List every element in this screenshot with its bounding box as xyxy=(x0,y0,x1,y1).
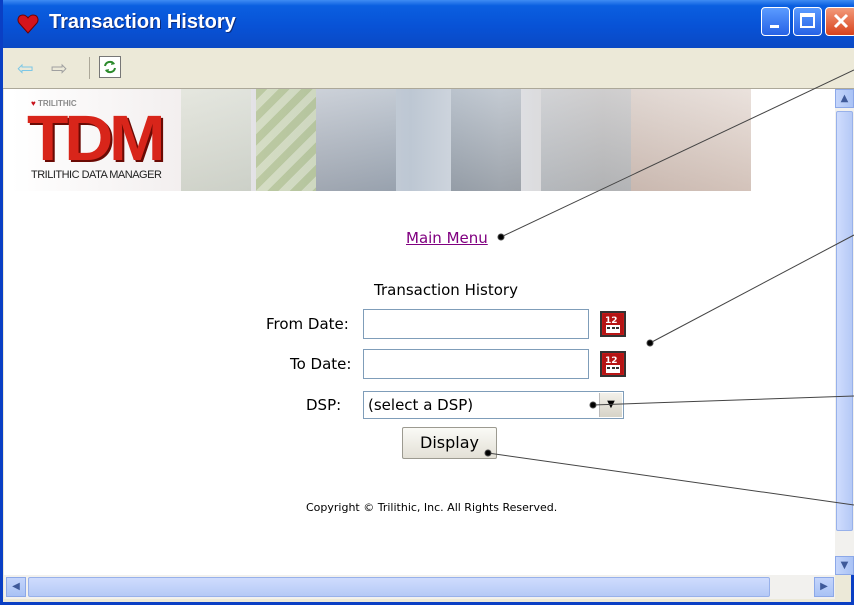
scroll-up-arrow-icon[interactable]: ▲ xyxy=(835,89,854,108)
tdm-logo: TDM xyxy=(27,102,165,174)
from-date-input[interactable] xyxy=(363,309,589,339)
refresh-icon[interactable] xyxy=(99,56,121,78)
vertical-scroll-thumb[interactable] xyxy=(836,111,853,531)
maximize-icon xyxy=(800,13,815,28)
scroll-left-arrow-icon[interactable]: ◀ xyxy=(6,577,26,597)
title-bar: Transaction History xyxy=(3,0,854,48)
scroll-down-arrow-icon[interactable]: ▼ xyxy=(835,556,854,575)
maximize-button[interactable] xyxy=(793,7,822,36)
page-content: ♥ TRILITHIC TDM TRILITHIC DATA MANAGER M… xyxy=(4,89,835,575)
minimize-icon xyxy=(770,25,779,28)
heart-app-icon xyxy=(17,14,39,34)
close-button[interactable] xyxy=(825,7,854,36)
back-arrow-icon[interactable]: ⇦ xyxy=(17,58,34,78)
toolbar-divider xyxy=(89,57,90,79)
banner-photo-tile xyxy=(316,89,396,191)
form-title: Transaction History xyxy=(374,281,518,299)
from-date-label: From Date: xyxy=(266,315,349,333)
to-date-input[interactable] xyxy=(363,349,589,379)
banner-photo-tile xyxy=(181,89,251,191)
forward-arrow-icon[interactable]: ⇨ xyxy=(51,58,68,78)
dsp-select[interactable]: (select a DSP) ▼ xyxy=(363,391,624,419)
banner-photo-tile xyxy=(631,89,751,191)
browser-toolbar: ⇦ ⇨ xyxy=(3,48,854,89)
copyright-text: Copyright © Trilithic, Inc. All Rights R… xyxy=(306,501,558,514)
horizontal-scrollbar[interactable]: ◀ ▶ xyxy=(4,575,835,599)
calendar-icon: 12 xyxy=(603,314,623,334)
window-title: Transaction History xyxy=(49,11,236,33)
from-date-calendar-button[interactable]: 12 xyxy=(600,311,626,337)
minimize-button[interactable] xyxy=(761,7,790,36)
scroll-right-arrow-icon[interactable]: ▶ xyxy=(814,577,834,597)
dropdown-arrow-icon[interactable]: ▼ xyxy=(599,393,622,417)
banner-photo-tile xyxy=(451,89,521,191)
dsp-selected-value: (select a DSP) xyxy=(368,396,474,414)
close-icon xyxy=(833,13,849,29)
display-button[interactable]: Display xyxy=(402,427,497,459)
vertical-scrollbar[interactable]: ▲ ▼ xyxy=(835,89,854,575)
tdm-banner: ♥ TRILITHIC TDM TRILITHIC DATA MANAGER xyxy=(11,89,751,191)
logo-subtitle: TRILITHIC DATA MANAGER xyxy=(31,169,162,181)
to-date-calendar-button[interactable]: 12 xyxy=(600,351,626,377)
svg-text:12: 12 xyxy=(605,356,618,366)
banner-photo-tile xyxy=(541,89,631,191)
dsp-label: DSP: xyxy=(306,396,342,414)
to-date-label: To Date: xyxy=(290,355,352,373)
banner-photo-tile xyxy=(256,89,316,191)
calendar-icon: 12 xyxy=(603,354,623,374)
main-menu-link[interactable]: Main Menu xyxy=(406,229,488,247)
svg-text:12: 12 xyxy=(605,316,618,326)
horizontal-scroll-thumb[interactable] xyxy=(28,577,770,597)
